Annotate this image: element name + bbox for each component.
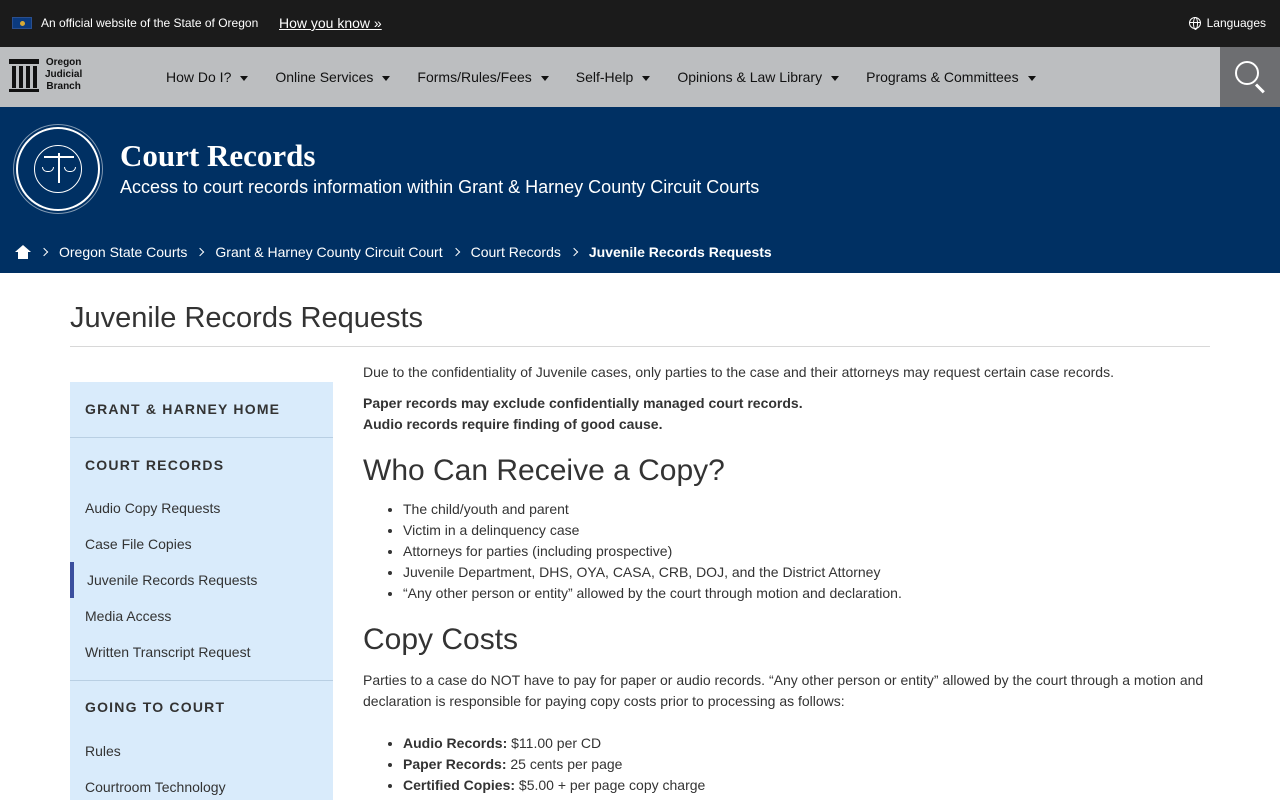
- cost-value: $11.00 per CD: [507, 735, 602, 751]
- intro-paragraph: Due to the confidentiality of Juvenile c…: [363, 364, 1114, 380]
- list-item: Victim in a delinquency case: [403, 520, 1213, 541]
- globe-icon: [1188, 17, 1201, 30]
- copy-costs-heading: Copy Costs: [363, 623, 519, 656]
- title-divider: [70, 346, 1210, 347]
- cost-value: $5.00 + per page copy charge: [515, 777, 706, 793]
- oregon-flag-icon: [12, 17, 32, 29]
- list-item: Certified Copies: $5.00 + per page copy …: [403, 775, 1213, 796]
- caret-down-icon: [540, 75, 549, 81]
- list-item: The child/youth and parent: [403, 499, 1213, 520]
- chevron-right-icon: [39, 247, 49, 257]
- nav-forms-rules-fees[interactable]: Forms/Rules/Fees: [417, 69, 549, 85]
- sidebar-nav: GRANT & HARNEY HOME COURT RECORDS Audio …: [70, 382, 333, 800]
- chevron-right-icon: [569, 247, 579, 257]
- caret-down-icon: [240, 75, 249, 81]
- official-banner: An official website of the State of Oreg…: [0, 0, 1280, 47]
- main-navbar: Oregon Judicial Branch How Do I? Online …: [0, 47, 1280, 107]
- breadcrumb-current: Juvenile Records Requests: [588, 244, 772, 260]
- sidebar-item-rules[interactable]: Rules: [70, 733, 333, 769]
- cost-label: Certified Copies:: [403, 777, 516, 793]
- nav-opinions-law-library[interactable]: Opinions & Law Library: [677, 69, 840, 85]
- list-item: Paper Records: 25 cents per page: [403, 754, 1213, 775]
- who-can-receive-heading: Who Can Receive a Copy?: [363, 454, 725, 487]
- hero-title: Court Records: [120, 138, 316, 173]
- note-audio-records: Audio records require finding of good ca…: [363, 416, 663, 432]
- sidebar-item-juvenile-records-requests[interactable]: Juvenile Records Requests: [70, 562, 333, 598]
- nav-menu: How Do I? Online Services Forms/Rules/Fe…: [166, 47, 1063, 107]
- main-content: Due to the confidentiality of Juvenile c…: [363, 362, 1213, 796]
- chevron-right-icon: [451, 247, 460, 257]
- nav-online-services[interactable]: Online Services: [275, 69, 391, 85]
- sidebar-item-audio-copy-requests[interactable]: Audio Copy Requests: [70, 490, 333, 526]
- note-paper-records: Paper records may exclude confidentially…: [363, 395, 803, 411]
- how-you-know-link[interactable]: How you know »: [279, 15, 382, 31]
- courthouse-pillars-icon: [9, 58, 39, 92]
- cost-label: Audio Records:: [403, 735, 508, 751]
- official-website-text: An official website of the State of Oreg…: [41, 16, 259, 30]
- cost-value: 25 cents per page: [506, 756, 623, 772]
- page-title: Juvenile Records Requests: [70, 302, 424, 334]
- nav-how-do-i[interactable]: How Do I?: [166, 69, 249, 85]
- hero-banner: Court Records Access to court records in…: [0, 107, 1280, 273]
- caret-down-icon: [642, 75, 651, 81]
- copy-costs-paragraph: Parties to a case do NOT have to pay for…: [363, 672, 1204, 709]
- sidebar-grant-harney-home[interactable]: GRANT & HARNEY HOME: [70, 382, 333, 437]
- caret-down-icon: [1027, 75, 1036, 81]
- breadcrumb-grant-harney-circuit-court[interactable]: Grant & Harney County Circuit Court: [215, 244, 442, 260]
- sidebar-item-case-file-copies[interactable]: Case File Copies: [70, 526, 333, 562]
- languages-label: Languages: [1206, 16, 1266, 30]
- hero-subtitle: Access to court records information with…: [120, 177, 760, 197]
- languages-button[interactable]: Languages: [1188, 16, 1266, 30]
- judicial-department-seal-icon: [16, 127, 100, 211]
- list-item: Attorneys for parties (including prospec…: [403, 541, 1213, 562]
- list-item: Juvenile Department, DHS, OYA, CASA, CRB…: [403, 562, 1213, 583]
- home-icon[interactable]: [15, 245, 31, 259]
- sidebar-court-records-heading[interactable]: COURT RECORDS: [70, 438, 333, 490]
- breadcrumb: Oregon State Courts Grant & Harney Count…: [15, 244, 772, 260]
- breadcrumb-oregon-state-courts[interactable]: Oregon State Courts: [59, 244, 187, 260]
- records-notes: Paper records may exclude confidentially…: [363, 393, 1213, 435]
- breadcrumb-court-records[interactable]: Court Records: [471, 244, 561, 260]
- search-button[interactable]: [1220, 47, 1280, 107]
- nav-programs-committees[interactable]: Programs & Committees: [866, 69, 1036, 85]
- caret-down-icon: [831, 75, 840, 81]
- sidebar-item-media-access[interactable]: Media Access: [70, 598, 333, 634]
- search-icon: [1235, 61, 1259, 85]
- nav-self-help[interactable]: Self-Help: [576, 69, 651, 85]
- caret-down-icon: [382, 75, 391, 81]
- chevron-right-icon: [196, 247, 205, 257]
- cost-label: Paper Records:: [403, 756, 507, 772]
- list-item: Audio Records: $11.00 per CD: [403, 733, 1213, 754]
- list-item: “Any other person or entity” allowed by …: [403, 583, 1213, 604]
- ojd-logo[interactable]: Oregon Judicial Branch: [9, 57, 82, 93]
- logo-text: Oregon Judicial Branch: [45, 57, 83, 92]
- who-can-receive-list: The child/youth and parent Victim in a d…: [363, 499, 1213, 604]
- copy-costs-list: Audio Records: $11.00 per CD Paper Recor…: [363, 733, 1213, 796]
- sidebar-going-to-court-heading[interactable]: GOING TO COURT: [70, 681, 333, 733]
- sidebar-item-written-transcript-request[interactable]: Written Transcript Request: [70, 634, 333, 670]
